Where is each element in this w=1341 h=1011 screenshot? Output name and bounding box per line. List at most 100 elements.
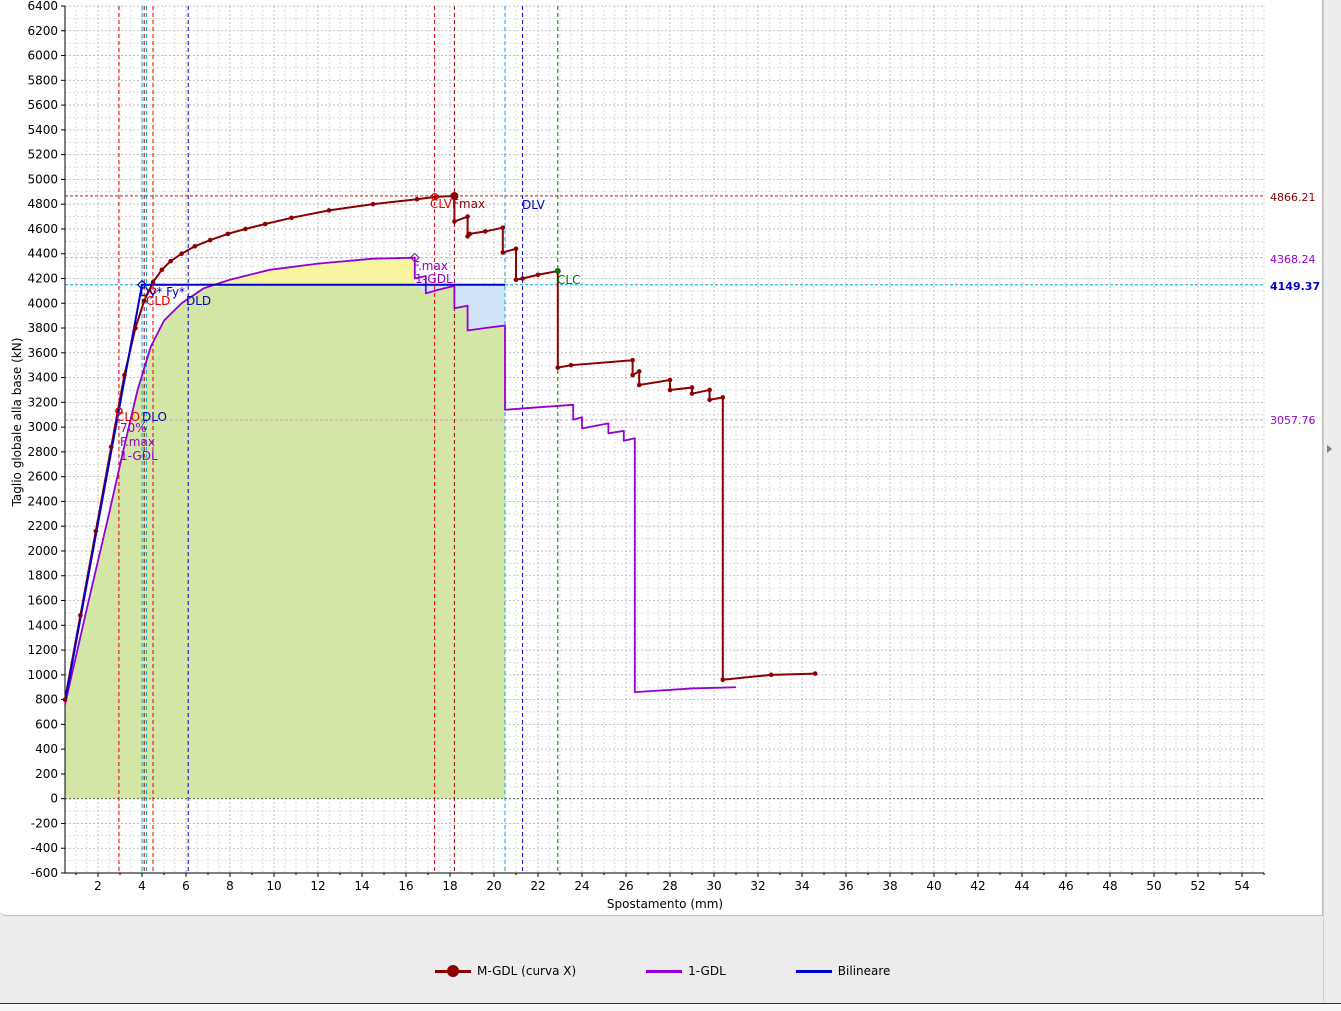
mgdl-point [225, 231, 231, 237]
mgdl-point [414, 196, 420, 202]
mgdl-point [262, 221, 268, 227]
mgdl-point [78, 613, 83, 618]
mgdl-point [520, 276, 525, 281]
y-tick-label: 1600 [27, 594, 58, 608]
mgdl-point [168, 258, 173, 264]
x-tick-label: 8 [226, 879, 234, 893]
mgdl-point [179, 251, 184, 257]
y-tick-label: 400 [35, 742, 58, 756]
legend-item-mgdl[interactable]: M-GDL (curva X) [435, 964, 576, 978]
mgdl-point [689, 385, 695, 390]
mgdl-point [500, 225, 506, 231]
y-tick-label: 2200 [27, 519, 58, 533]
x-tick-label: 44 [1014, 879, 1029, 893]
y-tick-label: 2800 [27, 445, 58, 459]
y-tick-label: 1400 [27, 618, 58, 632]
plot-panel: 2 4 6 8 10 12 14 16 18 20 22 24 26 28 30 32 34 36 38 40 42 44… [0, 0, 1323, 916]
y-tick-label: 6000 [27, 49, 58, 63]
legend-item-bilineare[interactable]: Bilineare [795, 964, 890, 978]
mgdl-point [630, 357, 635, 363]
mgdl-point [159, 267, 165, 273]
y-tick-label: 5200 [27, 148, 58, 162]
annotation-dld: DLD [186, 294, 211, 308]
y-tick-label: 5400 [27, 123, 58, 137]
x-tick-label: 2 [94, 879, 102, 893]
mgdl-point [535, 272, 541, 278]
y-tick-label: 2000 [27, 544, 58, 558]
y-tick-label: -400 [31, 841, 58, 855]
annotation-clc: CLC [557, 273, 580, 287]
y-tick-label: 3400 [27, 371, 58, 385]
y-tick-label: 1000 [27, 668, 58, 682]
legend-swatch-1gdl [646, 965, 683, 977]
y-tick-label: 0 [50, 792, 58, 806]
y-tick-label: 1200 [27, 643, 58, 657]
annotation-clv: CLV [430, 197, 453, 211]
annotation-1gdl-name: 1-GDL [415, 272, 453, 286]
legend-item-1gdl[interactable]: 1-GDL [646, 964, 726, 978]
x-tick-label: 54 [1234, 879, 1249, 893]
x-tick-label: 14 [354, 879, 369, 893]
mgdl-point [370, 201, 376, 207]
y-tick-label: 800 [35, 693, 58, 707]
y-tick-label: 3000 [27, 420, 58, 434]
x-tick-label: 16 [398, 879, 413, 893]
x-tick-label: 50 [1146, 879, 1161, 893]
x-axis-label: Spostamento (mm) [607, 897, 723, 911]
y-tick-label: 5800 [27, 73, 58, 87]
y-tick-label: 6200 [27, 24, 58, 38]
mgdl-point [720, 395, 726, 400]
mgdl-point [192, 243, 198, 249]
mgdl-point [707, 397, 712, 403]
chart-legend: M-GDL (curva X) 1-GDL Bilineare [435, 962, 960, 980]
value-label-70pct: 3057.76 [1270, 414, 1316, 427]
y-tick-label: -200 [31, 816, 58, 830]
legend-label-1gdl: 1-GDL [688, 964, 726, 978]
mgdl-point [630, 372, 635, 378]
legend-swatch-bilineare [795, 965, 832, 977]
mgdl-point [150, 279, 156, 285]
x-tick-label: 30 [706, 879, 721, 893]
x-tick-label: 42 [970, 879, 985, 893]
y-tick-label: 4000 [27, 296, 58, 310]
expand-arrow-icon[interactable] [1327, 445, 1332, 453]
mgdl-point [108, 444, 114, 450]
y-tick-label: 200 [35, 767, 58, 781]
y-tick-label: 2400 [27, 494, 58, 508]
y-tick-label: 6400 [27, 0, 58, 13]
mgdl-point [62, 697, 68, 702]
annotation-1gdl-low: 1-GDL [120, 449, 158, 463]
mgdl-point [289, 215, 294, 221]
annotation-1gdl-fmax: F.max [413, 259, 448, 273]
mgdl-point [465, 214, 470, 219]
side-panel-edge [1323, 0, 1341, 1010]
x-tick-label: 46 [1058, 879, 1073, 893]
x-tick-label: 48 [1102, 879, 1117, 893]
y-tick-label: -600 [31, 866, 58, 880]
y-tick-label: 5000 [27, 172, 58, 186]
y-tick-label: 4400 [27, 247, 58, 261]
y-tick-label: 600 [35, 717, 58, 731]
y-tick-label: 1800 [27, 569, 58, 583]
mgdl-point [133, 325, 138, 331]
area-fill-green [65, 284, 505, 799]
x-tick-label: 26 [618, 879, 633, 893]
y-tick-label: 5600 [27, 98, 58, 112]
pushover-chart: 2 4 6 8 10 12 14 16 18 20 22 24 26 28 30 32 34 36 38 40 42 44… [10, 0, 1320, 911]
x-tick-label: 6 [182, 879, 190, 893]
x-tick-label: 34 [794, 879, 809, 893]
mgdl-point [243, 226, 248, 232]
mgdl-point [768, 672, 774, 678]
y-tick-label: 4600 [27, 222, 58, 236]
mgdl-point [513, 246, 519, 252]
mgdl-point [689, 391, 695, 396]
x-tick-label: 40 [926, 879, 941, 893]
x-tick-label: 10 [266, 879, 281, 893]
value-label-mgdl-max: 4866.21 [1270, 191, 1316, 204]
x-tick-label: 18 [442, 879, 457, 893]
legend-swatch-mgdl [435, 965, 471, 977]
mgdl-point [122, 372, 127, 378]
annotation-fmax-low: F.max [120, 435, 155, 449]
x-tick-label: 32 [750, 879, 765, 893]
x-tick-label: 22 [530, 879, 545, 893]
